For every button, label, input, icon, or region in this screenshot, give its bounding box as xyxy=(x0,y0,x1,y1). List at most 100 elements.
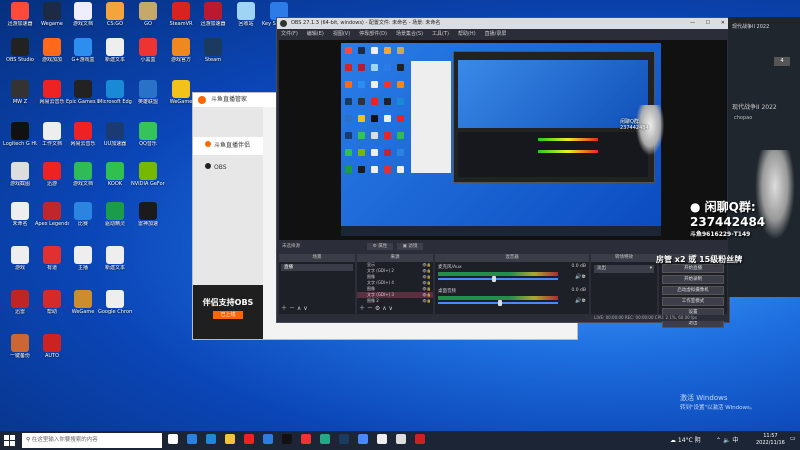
weather-widget[interactable]: ☁ 14°C 阴 xyxy=(670,431,701,450)
desktop-icon[interactable]: Wegame xyxy=(35,2,69,36)
banner-button[interactable]: 已上线 xyxy=(213,311,243,319)
desktop-icon[interactable]: 迅雷 xyxy=(3,290,37,324)
douyu-menu-obs[interactable]: OBS xyxy=(193,159,263,177)
taskbar-app-icon[interactable] xyxy=(358,434,368,444)
taskbar-app-icon[interactable] xyxy=(339,434,349,444)
add-scene-icon[interactable]: ＋ xyxy=(281,305,287,312)
add-source-icon[interactable]: ＋ xyxy=(359,305,365,312)
filters-button[interactable]: ▣ 滤镜 xyxy=(397,243,423,250)
obs-menu-item[interactable]: 文件(F) xyxy=(281,31,298,37)
desktop-icon[interactable]: 游戏官方 xyxy=(164,38,198,72)
desktop-icon[interactable]: 游戏 xyxy=(3,246,37,280)
desktop-icon[interactable]: 未命名 xyxy=(3,202,37,236)
volume-slider[interactable] xyxy=(438,278,558,280)
taskbar-app-icon[interactable] xyxy=(282,434,292,444)
remove-scene-icon[interactable]: － xyxy=(289,305,295,312)
ime-indicator[interactable]: 中 xyxy=(732,437,738,444)
desktop-icon[interactable]: 英雄联盟 xyxy=(131,80,165,114)
obs-banner[interactable]: 伴侣支持OBS 已上线 xyxy=(193,285,263,339)
desktop-icon[interactable]: 新建文本 xyxy=(98,246,132,280)
desktop-icon[interactable]: 一键备份 xyxy=(3,334,37,368)
desktop-icon[interactable]: 回收站 xyxy=(229,2,263,36)
desktop-icon[interactable]: 比赛 xyxy=(66,202,100,236)
desktop-icon[interactable]: 工作文档 xyxy=(35,122,69,156)
desktop-icon[interactable]: 迅游加速器 xyxy=(3,2,37,36)
taskbar-app-icon[interactable] xyxy=(396,434,406,444)
search-input[interactable]: ⚲ 在这里输入你要搜索的内容 xyxy=(22,433,162,448)
desktop-icon[interactable]: MW Z xyxy=(3,80,37,114)
tray-icons[interactable]: ⌃ 🔈 中 xyxy=(716,431,738,450)
obs-menu-item[interactable]: 视图(V) xyxy=(333,31,350,37)
desktop-icon[interactable]: 网易云音乐 xyxy=(35,80,69,114)
obs-menu-item[interactable]: 编辑(E) xyxy=(307,31,324,37)
desktop-icon[interactable]: Steam xyxy=(196,38,230,72)
desktop-icon[interactable]: 游戏文档 xyxy=(66,162,100,196)
desktop-icon[interactable]: 主播 xyxy=(66,246,100,280)
taskbar-app-icon[interactable] xyxy=(263,434,273,444)
desktop-icon[interactable]: Epic Games Launcher xyxy=(66,80,100,114)
source-settings-icon[interactable]: ⚙ xyxy=(375,305,380,312)
slider-handle[interactable] xyxy=(492,276,496,282)
douyu-menu-live[interactable]: 斗鱼直播伴侣 xyxy=(193,137,263,155)
desktop-icon[interactable]: 驱动精灵 xyxy=(98,202,132,236)
transition-select[interactable]: 淡出 ▾ xyxy=(594,265,654,273)
remove-source-icon[interactable]: － xyxy=(367,305,373,312)
scene-down-icon[interactable]: ∨ xyxy=(303,305,307,312)
notification-icon[interactable]: ▭ xyxy=(790,435,796,445)
taskbar-app-icon[interactable] xyxy=(320,434,330,444)
desktop-icon[interactable]: SteamVR xyxy=(164,2,198,36)
desktop-icon[interactable]: 游戏加加 xyxy=(35,38,69,72)
desktop-icon[interactable]: G+游戏盒 xyxy=(66,38,100,72)
clock[interactable]: 11:57 2022/11/16 xyxy=(756,433,785,447)
desktop-icon[interactable]: 新建文本 xyxy=(98,38,132,72)
close-icon[interactable]: ✕ xyxy=(721,18,725,29)
taskbar-app-icon[interactable] xyxy=(377,434,387,444)
taskbar-app-icon[interactable] xyxy=(206,434,216,444)
obs-menu-item[interactable]: 场景集合(S) xyxy=(396,31,423,37)
desktop-icon[interactable]: 网易云音乐 xyxy=(66,122,100,156)
source-down-icon[interactable]: ∨ xyxy=(389,305,393,312)
desktop-icon[interactable]: KOOK xyxy=(98,162,132,196)
desktop-icon[interactable]: GO xyxy=(131,2,165,36)
taskbar-app-icon[interactable] xyxy=(168,434,178,444)
desktop-icon[interactable]: 迅游 xyxy=(35,162,69,196)
desktop-icon[interactable]: AUTO xyxy=(35,334,69,368)
windows-start-icon[interactable] xyxy=(4,435,15,446)
desktop-icon[interactable]: 迅游加速器 xyxy=(196,2,230,36)
desktop-icon[interactable]: 帮助 xyxy=(35,290,69,324)
minimize-icon[interactable]: — xyxy=(690,18,695,29)
slider-handle[interactable] xyxy=(498,300,502,306)
desktop-icon[interactable]: Google Chrome xyxy=(98,290,132,324)
desktop-icon[interactable]: OBS Studio xyxy=(3,38,37,72)
scene-item[interactable]: 直播 xyxy=(281,264,353,271)
desktop-icon[interactable]: 有道 xyxy=(35,246,69,280)
desktop-icon[interactable]: Logitech G HUB xyxy=(3,122,37,156)
desktop-icon[interactable]: 小黑盒 xyxy=(131,38,165,72)
desktop-icon[interactable]: WeGame xyxy=(66,290,100,324)
taskbar-app-icon[interactable] xyxy=(244,434,254,444)
source-up-icon[interactable]: ∧ xyxy=(382,305,386,312)
taskbar-app-icon[interactable] xyxy=(301,434,311,444)
maximize-icon[interactable]: ☐ xyxy=(706,18,710,29)
desktop-icon[interactable]: UU加速器 xyxy=(98,122,132,156)
desktop-icon[interactable]: 游戏截图 xyxy=(3,162,37,196)
desktop-icon[interactable]: Apex Legends xyxy=(35,202,69,236)
obs-menu-item[interactable]: 停靠部件(D) xyxy=(359,31,387,37)
desktop-icon[interactable]: 游戏文档 xyxy=(66,2,100,36)
control-button[interactable]: 工作室模式 xyxy=(662,297,724,306)
speaker-icon[interactable]: 🔊⚙ xyxy=(575,274,586,280)
desktop-icon[interactable]: Microsoft Edge xyxy=(98,80,132,114)
control-button[interactable]: 启动虚拟摄像机 xyxy=(662,286,724,295)
desktop-icon[interactable]: NVIDIA GeForce xyxy=(131,162,165,196)
obs-menu-item[interactable]: 工具(T) xyxy=(432,31,449,37)
speaker-icon[interactable]: 🔊⚙ xyxy=(575,298,586,304)
desktop-icon[interactable]: QQ音乐 xyxy=(131,122,165,156)
desktop-icon[interactable]: 雷神加速 xyxy=(131,202,165,236)
taskbar-app-icon[interactable] xyxy=(415,434,425,444)
obs-menu-item[interactable]: 帮助(H) xyxy=(458,31,476,37)
control-button[interactable]: 开始录制 xyxy=(662,275,724,284)
obs-menu-item[interactable]: 直播/录屏 xyxy=(485,31,507,37)
desktop-icon[interactable]: CS:GO xyxy=(98,2,132,36)
visibility-icon[interactable]: 👁🔒 xyxy=(422,298,431,304)
properties-button[interactable]: ⚙ 属性 xyxy=(367,243,393,250)
